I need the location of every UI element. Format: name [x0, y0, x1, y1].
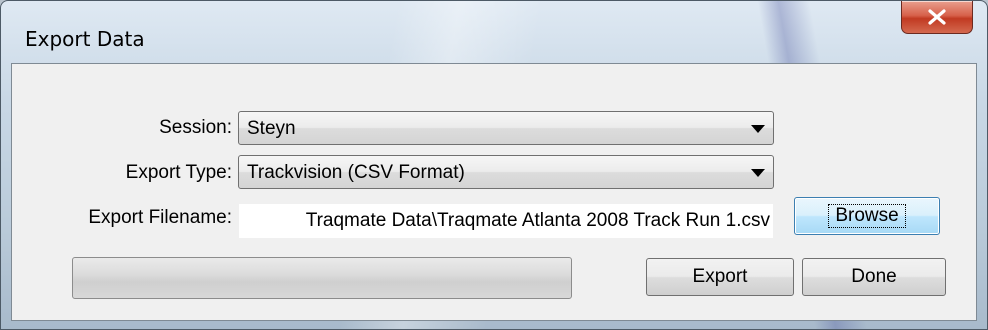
export-type-label: Export Type:	[125, 162, 232, 183]
title-bar[interactable]: Export Data	[1, 1, 987, 63]
export-progress-bar	[72, 257, 572, 299]
window-title: Export Data	[25, 27, 145, 51]
export-filename-value: Traqmate Data\Traqmate Atlanta 2008 Trac…	[305, 210, 770, 231]
done-button[interactable]: Done	[802, 258, 946, 296]
export-filename-input[interactable]: Traqmate Data\Traqmate Atlanta 2008 Trac…	[238, 203, 774, 239]
session-label: Session:	[159, 117, 232, 138]
chevron-down-icon	[751, 169, 765, 177]
export-filename-label: Export Filename:	[88, 207, 232, 228]
export-type-dropdown[interactable]: Trackvision (CSV Format)	[238, 155, 774, 189]
session-dropdown-value: Steyn	[247, 118, 296, 139]
browse-button[interactable]: Browse	[794, 197, 940, 235]
browse-button-label: Browse	[828, 204, 906, 228]
export-type-dropdown-value: Trackvision (CSV Format)	[247, 162, 465, 183]
close-button[interactable]	[901, 1, 973, 34]
export-button[interactable]: Export	[646, 258, 794, 296]
close-icon	[928, 9, 946, 25]
chevron-down-icon	[751, 125, 765, 133]
dialog-body: Session: Steyn Export Type: Trackvision …	[11, 63, 977, 321]
session-dropdown[interactable]: Steyn	[238, 111, 774, 145]
export-data-window: Export Data Session: Steyn Export Type: …	[0, 0, 988, 330]
